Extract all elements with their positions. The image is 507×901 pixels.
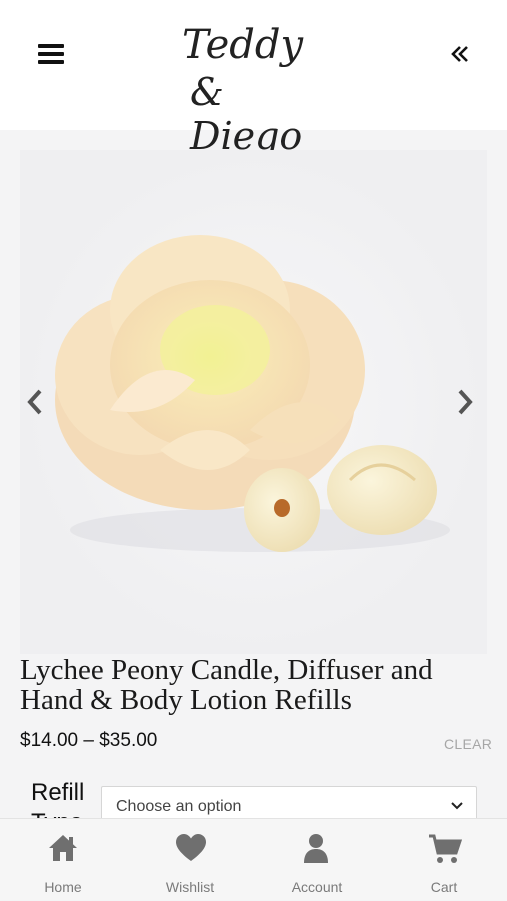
site-logo[interactable]: Teddy & Diego [170,18,340,158]
home-icon [49,835,77,861]
nav-account[interactable]: Account [254,819,380,901]
nav-wishlist[interactable]: Wishlist [127,819,253,901]
menu-icon[interactable] [38,42,66,66]
chevron-left-icon[interactable] [22,385,48,419]
product-image [55,235,450,552]
product-price: $14.00 – $35.00 [20,730,158,751]
product-title-line-1: Lychee Peony Candle, Diffuser and [20,654,433,686]
user-icon [304,834,328,863]
nav-home[interactable]: Home [0,819,126,901]
product-image-gallery[interactable] [20,150,487,654]
chevron-down-icon [451,802,463,810]
cart-icon [429,834,462,863]
bottom-navigation: Home Wishlist Account Cart [0,818,507,900]
site-header: Teddy & Diego [0,0,507,158]
nav-cart[interactable]: Cart [381,819,507,901]
nav-cart-label: Cart [430,879,458,895]
heart-icon [176,834,206,861]
logo-line-2: & Diego [190,70,303,158]
product-title-line-2: Hand & Body Lotion Refills [20,684,352,716]
nav-home-label: Home [44,879,82,895]
nav-account-label: Account [291,879,343,895]
nav-wishlist-label: Wishlist [165,879,215,895]
select-placeholder: Choose an option [116,798,242,815]
double-chevron-left-icon[interactable] [446,40,474,68]
logo-line-1: Teddy [182,22,304,68]
product-title: Lychee Peony Candle, Diffuser and Hand &… [20,655,487,715]
clear-selection-link[interactable]: CLEAR [444,736,492,752]
chevron-right-icon[interactable] [452,385,478,419]
variation-label: Refill Type [31,779,85,822]
